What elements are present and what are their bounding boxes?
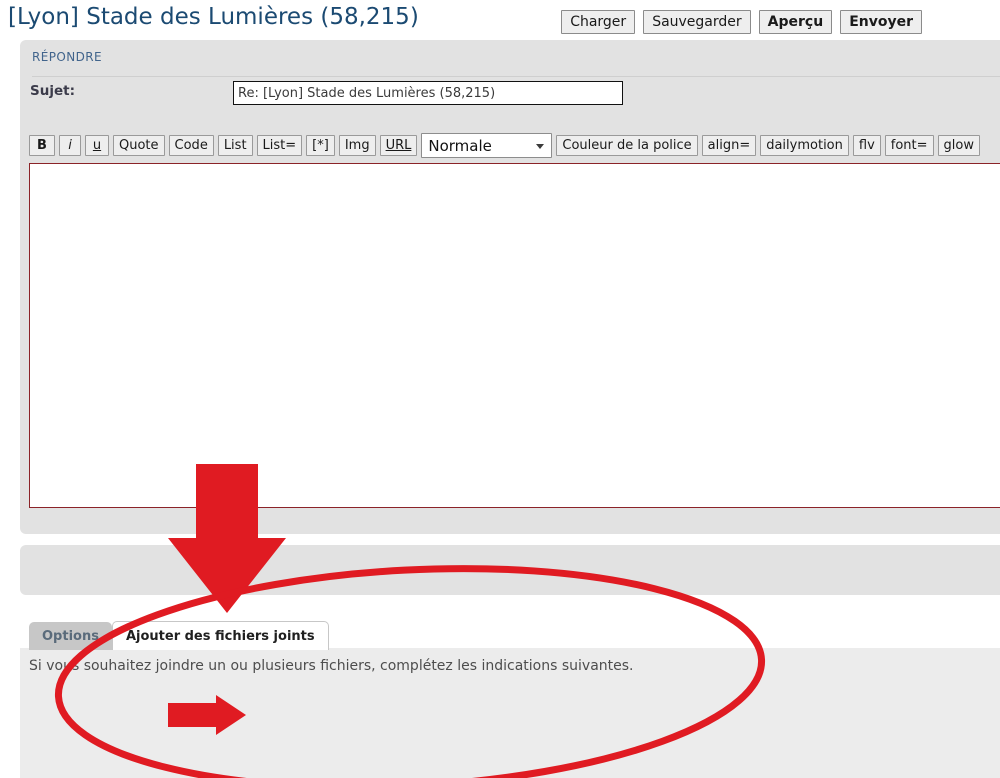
attachments-panel: Si vous souhaitez joindre un ou plusieur… <box>20 648 1000 778</box>
tab-options[interactable]: Options <box>29 622 112 650</box>
bbcode-flv-button[interactable]: flv <box>852 135 881 156</box>
subject-label: Sujet: <box>30 83 75 99</box>
bbcode-font-color-button[interactable]: Couleur de la police <box>556 135 698 156</box>
attachments-tablist: Options Ajouter des fichiers joints <box>29 620 329 650</box>
tab-add-attachments[interactable]: Ajouter des fichiers joints <box>111 621 329 650</box>
bbcode-url-button[interactable]: URL <box>379 135 418 156</box>
font-size-select-value: Normale <box>428 136 492 155</box>
message-body-textarea[interactable] <box>29 163 1000 508</box>
bbcode-list-item-button[interactable]: [*] <box>306 135 335 156</box>
form-actions-panel <box>20 545 1000 595</box>
bbcode-dailymotion-button[interactable]: dailymotion <box>760 135 849 156</box>
submit-button[interactable]: Envoyer <box>840 10 922 34</box>
font-size-select[interactable]: Normale <box>421 133 553 158</box>
page-title: [Lyon] Stade des Lumières (58,215) <box>8 4 419 30</box>
load-button[interactable]: Charger <box>561 10 636 34</box>
subject-input[interactable] <box>233 81 623 105</box>
bbcode-align-button[interactable]: align= <box>701 135 757 156</box>
bbcode-quote-button[interactable]: Quote <box>113 135 165 156</box>
bbcode-font-button[interactable]: font= <box>884 135 934 156</box>
bbcode-code-button[interactable]: Code <box>168 135 214 156</box>
preview-button[interactable]: Aperçu <box>758 10 833 34</box>
form-actions-group: Charger Sauvegarder Aperçu Envoyer <box>561 10 922 34</box>
bbcode-toolbar: B i u Quote Code List List= [*] Img URL … <box>29 133 980 158</box>
reply-section-label: RÉPONDRE <box>32 50 102 64</box>
save-button[interactable]: Sauvegarder <box>643 10 751 34</box>
bbcode-underline-button[interactable]: u <box>85 135 109 156</box>
bbcode-list-button[interactable]: List <box>217 135 253 156</box>
bbcode-glow-button[interactable]: glow <box>937 135 980 156</box>
chevron-down-icon <box>536 143 545 149</box>
bbcode-list-ordered-button[interactable]: List= <box>256 135 303 156</box>
bbcode-image-button[interactable]: Img <box>338 135 376 156</box>
bbcode-italic-button[interactable]: i <box>59 135 81 156</box>
reply-section-header: RÉPONDRE <box>32 50 1000 77</box>
bbcode-bold-button[interactable]: B <box>29 135 55 156</box>
attachments-intro-text: Si vous souhaitez joindre un ou plusieur… <box>29 658 634 674</box>
